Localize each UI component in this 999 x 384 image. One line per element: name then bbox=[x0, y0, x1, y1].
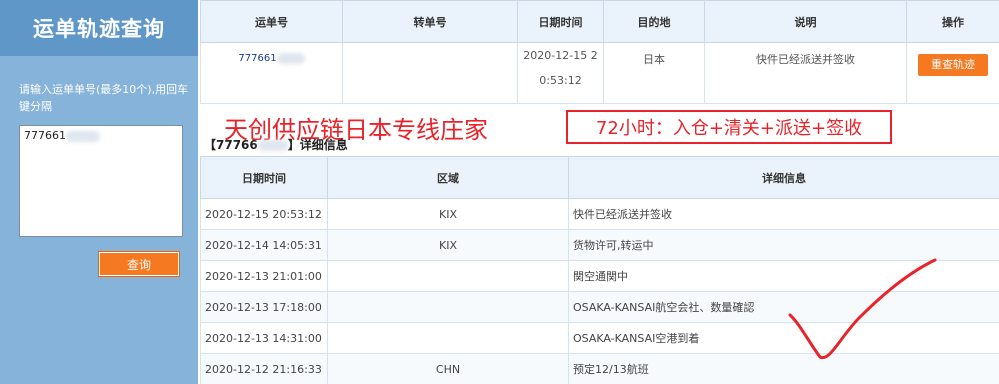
table-row: 2020-12-14 14:05:31 KIX 货物许可,转运中 bbox=[200, 229, 999, 261]
col-action: 操作 bbox=[906, 0, 999, 43]
row-area: KIX bbox=[327, 198, 569, 230]
col-waybill: 运单号 bbox=[200, 0, 343, 43]
row-info: 関空通関中 bbox=[568, 260, 999, 292]
col-transfer: 转单号 bbox=[342, 0, 518, 43]
result-row: 777661 2020-12-15 2 0:53:12 日本 快件已经派送并签收… bbox=[200, 42, 999, 104]
row-info: OSAKA-KANSAI航空会社、数量確認 bbox=[568, 291, 999, 323]
transfer-cell bbox=[342, 42, 518, 104]
result-header-row: 运单号 转单号 日期时间 目的地 说明 操作 bbox=[200, 0, 999, 43]
row-datetime: 2020-12-12 21:16:33 bbox=[200, 353, 328, 384]
row-area: KIX bbox=[327, 229, 569, 261]
table-row: 2020-12-13 21:01:00 関空通関中 bbox=[200, 260, 999, 292]
row-datetime: 2020-12-13 14:31:00 bbox=[200, 322, 328, 354]
input-hint: 请输入运单单号(最多10个),用回车键分隔 bbox=[19, 83, 189, 113]
detail-col-info: 详细信息 bbox=[568, 156, 999, 199]
row-info: 快件已经派送并签收 bbox=[568, 198, 999, 230]
sidebar: 运单轨迹查询 请输入运单单号(最多10个),用回车键分隔 777661 查询 bbox=[0, 0, 198, 384]
detail-heading: 【77766 】详细信息 bbox=[204, 136, 348, 153]
detail-col-datetime: 日期时间 bbox=[200, 156, 328, 199]
col-destination: 目的地 bbox=[603, 0, 705, 43]
table-row: 2020-12-12 21:16:33 CHN 预定12/13航班 bbox=[200, 353, 999, 384]
row-info: 货物许可,转运中 bbox=[568, 229, 999, 261]
row-datetime: 2020-12-13 17:18:00 bbox=[200, 291, 328, 323]
row-area bbox=[327, 291, 569, 323]
detail-heading-suffix: 】详细信息 bbox=[287, 138, 348, 152]
detail-col-area: 区域 bbox=[327, 156, 569, 199]
detail-table: 日期时间 区域 详细信息 2020-12-15 20:53:12 KIX 快件已… bbox=[200, 156, 999, 384]
row-info: OSAKA-KANSAI空港到着 bbox=[568, 322, 999, 354]
row-datetime: 2020-12-15 20:53:12 bbox=[200, 198, 328, 230]
col-description: 说明 bbox=[704, 0, 907, 43]
promo-banner-box: 72小时：入仓+清关+派送+签收 bbox=[566, 110, 892, 144]
table-row: 2020-12-13 17:18:00 OSAKA-KANSAI航空会社、数量確… bbox=[200, 291, 999, 323]
action-cell: 重查轨迹 bbox=[906, 42, 999, 104]
row-info: 预定12/13航班 bbox=[568, 353, 999, 384]
row-area: CHN bbox=[327, 353, 569, 384]
redacted-blur bbox=[257, 140, 288, 151]
recheck-track-button[interactable]: 重查轨迹 bbox=[918, 54, 988, 76]
redacted-blur bbox=[276, 52, 305, 64]
datetime-line2: 0:53:12 bbox=[539, 74, 582, 87]
sidebar-title: 运单轨迹查询 bbox=[0, 0, 198, 56]
result-table: 运单号 转单号 日期时间 目的地 说明 操作 777661 2020-12-15… bbox=[200, 0, 999, 104]
waybill-link[interactable]: 777661 bbox=[238, 53, 276, 64]
waybill-tracking-page: 运单轨迹查询 请输入运单单号(最多10个),用回车键分隔 777661 查询 运… bbox=[0, 0, 999, 384]
redacted-blur bbox=[66, 130, 100, 142]
row-area bbox=[327, 260, 569, 292]
datetime-line1: 2020-12-15 2 bbox=[523, 49, 598, 62]
row-datetime: 2020-12-13 21:01:00 bbox=[200, 260, 328, 292]
datetime-cell: 2020-12-15 2 0:53:12 bbox=[517, 42, 604, 104]
waybill-input[interactable]: 777661 bbox=[19, 125, 183, 237]
detail-heading-prefix: 【77766 bbox=[204, 138, 258, 152]
row-area bbox=[327, 322, 569, 354]
destination-cell: 日本 bbox=[603, 42, 705, 104]
detail-header-row: 日期时间 区域 详细信息 bbox=[200, 156, 999, 199]
table-row: 2020-12-13 14:31:00 OSAKA-KANSAI空港到着 bbox=[200, 322, 999, 354]
query-button[interactable]: 查询 bbox=[98, 251, 180, 277]
row-datetime: 2020-12-14 14:05:31 bbox=[200, 229, 328, 261]
table-row: 2020-12-15 20:53:12 KIX 快件已经派送并签收 bbox=[200, 198, 999, 230]
main-content: 运单号 转单号 日期时间 目的地 说明 操作 777661 2020-12-15… bbox=[200, 0, 999, 384]
waybill-input-value: 777661 bbox=[24, 129, 66, 142]
waybill-cell: 777661 bbox=[200, 42, 343, 104]
description-cell: 快件已经派送并签收 bbox=[704, 42, 907, 104]
col-datetime: 日期时间 bbox=[517, 0, 604, 43]
